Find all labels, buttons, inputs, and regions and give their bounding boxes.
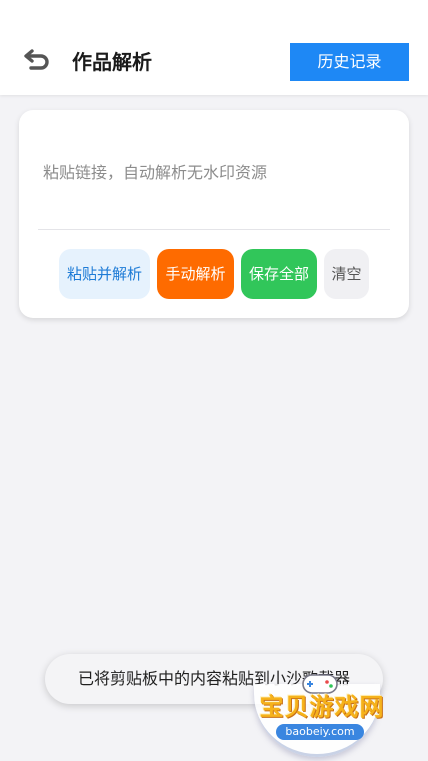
manual-parse-button[interactable]: 手动解析 [157,249,234,299]
clear-button[interactable]: 清空 [324,249,369,299]
paste-and-parse-button[interactable]: 粘贴并解析 [59,249,150,299]
undo-back-arrow-icon [23,47,53,77]
page-title: 作品解析 [72,50,152,74]
toast-message: 已将剪贴板中的内容粘贴到小沙歌载器 [45,654,383,704]
divider [38,229,390,230]
parse-card: 粘贴并解析 手动解析 保存全部 清空 [19,110,409,318]
back-button[interactable] [20,46,56,78]
link-input[interactable] [39,150,397,194]
action-buttons: 粘贴并解析 手动解析 保存全部 清空 [19,249,409,299]
app-header: 作品解析 历史记录 [0,0,428,95]
watermark-url: baobeiy.com [276,724,364,740]
history-button[interactable]: 历史记录 [290,43,409,81]
save-all-button[interactable]: 保存全部 [241,249,317,299]
